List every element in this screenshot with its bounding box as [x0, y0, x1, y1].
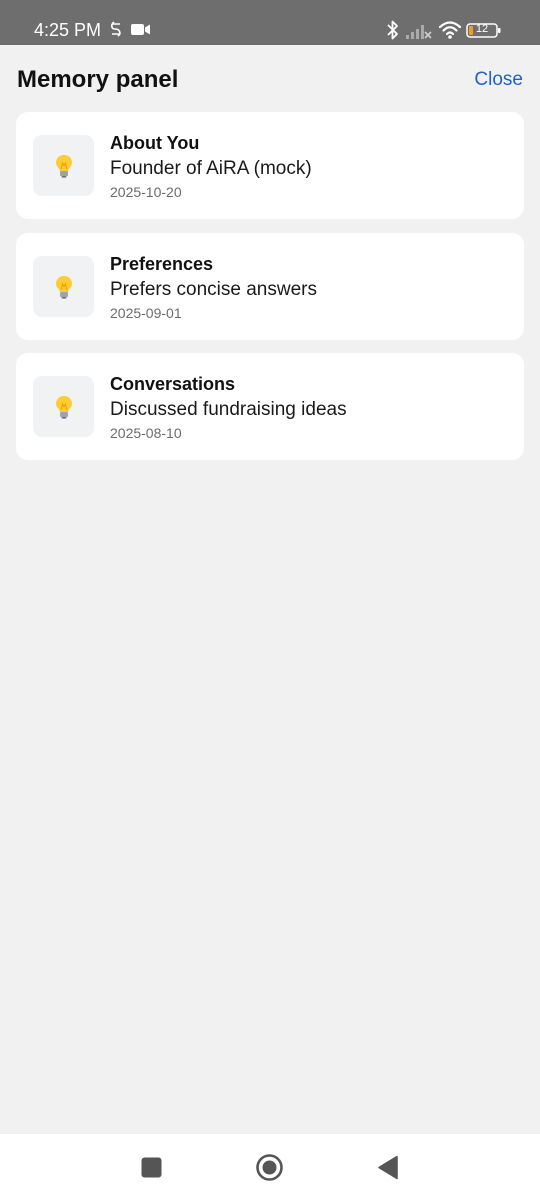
lightbulb-icon: [55, 154, 72, 178]
close-button[interactable]: Close: [474, 67, 523, 93]
wifi-icon: [438, 21, 462, 39]
memory-text: Discussed fundraising ideas: [110, 399, 347, 420]
memory-title: About You: [110, 133, 200, 153]
lightbulb-icon: [55, 395, 72, 419]
memory-date: 2025-10-20: [110, 184, 182, 200]
memory-icon-box: [33, 376, 94, 437]
memory-text: Prefers concise answers: [110, 279, 317, 300]
memory-text: Founder of AiRA (mock): [110, 158, 312, 179]
recents-button[interactable]: [141, 1157, 162, 1178]
memory-card-conversations[interactable]: Conversations Discussed fundraising idea…: [16, 353, 524, 460]
cellular-signal-icon: [406, 25, 432, 39]
video-camera-icon: [131, 24, 150, 35]
memory-icon-box: [33, 135, 94, 196]
battery-icon: 12: [466, 23, 502, 38]
memory-date: 2025-08-10: [110, 425, 182, 441]
memory-title: Conversations: [110, 374, 236, 394]
memory-title: Preferences: [110, 254, 214, 274]
memory-card-about-you[interactable]: About You Founder of AiRA (mock) 2025-10…: [16, 112, 524, 219]
back-button[interactable]: [377, 1155, 399, 1180]
lightbulb-icon: [55, 275, 72, 299]
memory-icon-box: [33, 256, 94, 317]
memory-card-preferences[interactable]: Preferences Prefers concise answers 2025…: [16, 233, 524, 340]
home-button[interactable]: [255, 1153, 284, 1182]
sync-icon: [111, 21, 121, 37]
battery-level: 12: [475, 23, 489, 35]
header: Memory panel Close: [0, 45, 540, 113]
bluetooth-icon: [387, 20, 398, 40]
status-time: 4:25 PM: [34, 20, 102, 40]
memory-date: 2025-09-01: [110, 305, 182, 321]
status-bar: 4:25 PM 12: [0, 0, 540, 45]
navigation-bar: [0, 1134, 540, 1200]
page-title: Memory panel: [17, 66, 179, 93]
